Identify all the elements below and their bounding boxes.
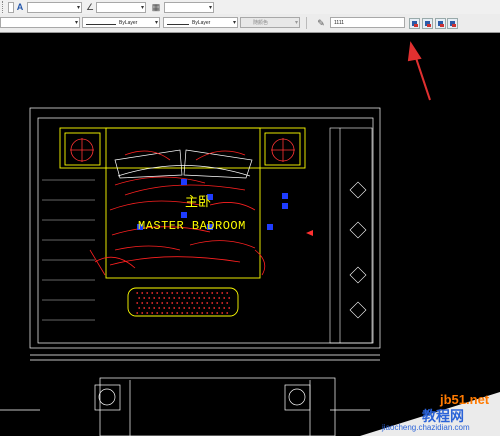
edit-text-icon[interactable]: ✎ xyxy=(315,17,327,29)
wardrobe xyxy=(329,127,373,344)
room-walls xyxy=(0,107,381,436)
watermark-domain: jb51.net xyxy=(440,392,490,407)
room-title-en[interactable]: MASTER BADROOM xyxy=(138,219,246,233)
linetype-sample-icon xyxy=(86,24,116,25)
lineweight-label: ByLayer xyxy=(192,20,211,26)
text-input-field[interactable]: 1111 xyxy=(330,17,405,28)
find-replace-button[interactable] xyxy=(409,18,420,29)
linetype-combo[interactable]: ByLayer ▾ xyxy=(82,17,160,28)
dimension-style-combo[interactable]: ▾ xyxy=(96,2,146,13)
toolbar-row-2: ▾ ByLayer ▾ ByLayer ▾ 随颜色 ▾ ✎ 1111 xyxy=(0,14,500,33)
text-scale-button[interactable] xyxy=(435,18,446,29)
drawing-canvas[interactable]: 主卧 MASTER BADROOM xyxy=(0,33,500,436)
toolbar-row-1: A ▾ ∠ ▾ ▦ ▾ xyxy=(0,0,500,15)
toolbar-separator-icon xyxy=(306,17,309,29)
nightstand-lamps xyxy=(70,138,295,162)
bedding-pattern xyxy=(89,150,266,276)
plotstyle-combo[interactable]: 随颜色 ▾ xyxy=(240,17,300,28)
text-input-value: 1111 xyxy=(334,20,345,26)
rug-pattern xyxy=(136,292,231,314)
annotation-arrow-icon xyxy=(407,41,431,101)
plotstyle-label: 随颜色 xyxy=(253,20,269,26)
toolbar-handle-icon xyxy=(2,1,7,13)
color-combo[interactable]: ▾ xyxy=(0,17,80,28)
table-style-combo[interactable]: ▾ xyxy=(164,2,214,13)
floor-hatch xyxy=(42,179,95,321)
lineweight-sample-icon xyxy=(167,24,189,25)
text-justify-button[interactable] xyxy=(447,18,458,29)
lineweight-combo[interactable]: ByLayer ▾ xyxy=(163,17,238,28)
watermark-url: jiaocheng.chazidian.com xyxy=(382,423,470,432)
select-text-button[interactable] xyxy=(422,18,433,29)
watermark-banner: jb51.net 教程网 jiaocheng.chazidian.com xyxy=(360,382,500,436)
room-title-cn[interactable]: 主卧 xyxy=(185,195,211,210)
linetype-label: ByLayer xyxy=(119,20,138,26)
dimension-style-icon[interactable]: ∠ xyxy=(84,1,96,13)
text-style-icon[interactable]: A xyxy=(14,1,26,13)
cursor-marker-icon xyxy=(306,230,313,236)
table-style-icon[interactable]: ▦ xyxy=(150,1,162,13)
pillows xyxy=(114,149,253,179)
text-style-combo[interactable]: ▾ xyxy=(27,2,82,13)
